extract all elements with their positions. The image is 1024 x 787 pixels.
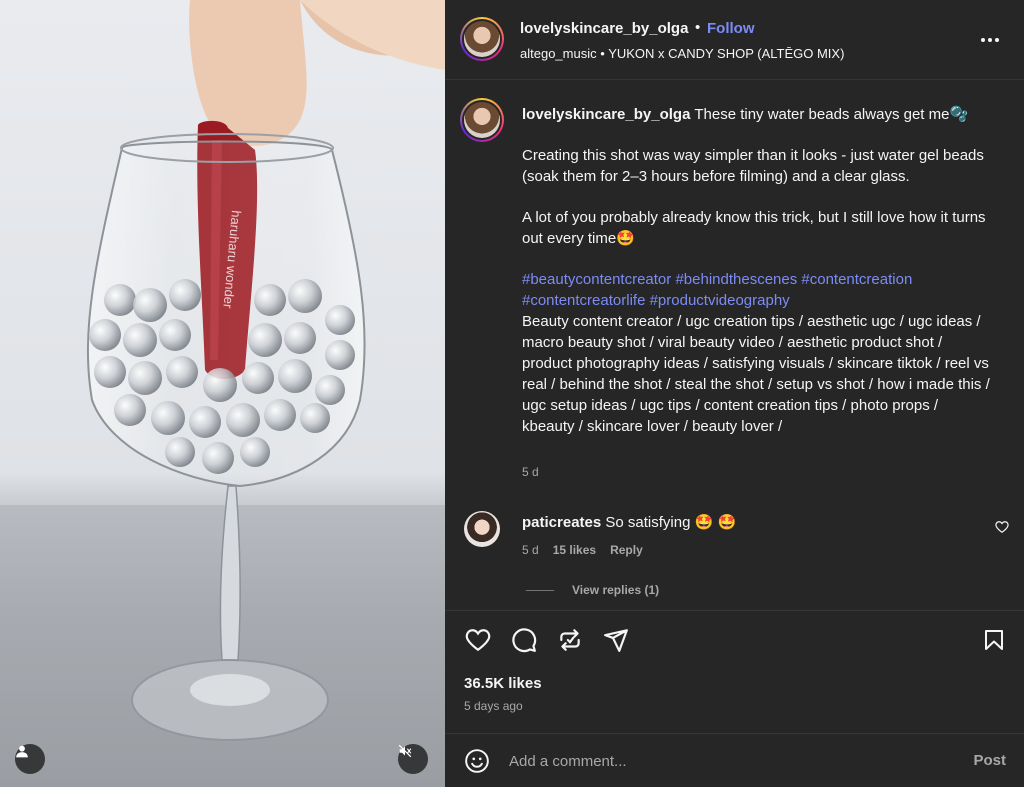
- send-icon: [604, 629, 628, 652]
- save-button[interactable]: [979, 625, 1009, 655]
- caption-username[interactable]: lovelyskincare_by_olga: [522, 106, 690, 123]
- author-avatar[interactable]: [460, 17, 504, 61]
- caption-avatar[interactable]: [460, 98, 504, 142]
- audio-track[interactable]: YUKON x CANDY SHOP (ALTĒGO MIX): [608, 46, 844, 61]
- post-details-panel: lovelyskincare_by_olga • Follow altego_m…: [445, 0, 1024, 787]
- commenter-username[interactable]: paticreates: [522, 514, 601, 531]
- comment-composer: Post: [445, 733, 1024, 787]
- post-date: 5 days ago: [464, 699, 523, 713]
- caption-hashtags: #beautycontentcreator #behindthescenes #…: [522, 269, 992, 311]
- comment-item: paticreates So satisfying 🤩 🤩 5 d 15 lik…: [445, 503, 1024, 573]
- wine-glass-photo: haruharu wonder: [86, 0, 445, 741]
- replies-divider: [526, 589, 554, 591]
- commenter-avatar[interactable]: [464, 511, 500, 547]
- audio-info[interactable]: altego_music • YUKON x CANDY SHOP (ALTĒG…: [520, 46, 844, 61]
- share-button[interactable]: [601, 625, 631, 655]
- post-comment-button[interactable]: Post: [973, 752, 1006, 769]
- bookmark-icon: [985, 630, 1003, 650]
- tagged-users-button[interactable]: [15, 744, 45, 774]
- emoji-button[interactable]: [463, 747, 491, 775]
- smiley-icon: [465, 749, 489, 773]
- comment-like-heart-icon[interactable]: [995, 520, 1009, 534]
- reply-button[interactable]: Reply: [610, 543, 643, 557]
- comment-icon: [512, 628, 537, 653]
- hashtag-link[interactable]: #contentcreatorlife: [522, 292, 645, 309]
- comment-time: 5 d: [522, 543, 539, 557]
- author-username[interactable]: lovelyskincare_by_olga: [520, 20, 688, 37]
- more-options-button[interactable]: [978, 28, 1002, 52]
- hashtag-link[interactable]: #productvideography: [650, 292, 790, 309]
- audio-separator: •: [600, 46, 605, 61]
- comment-likes[interactable]: 15 likes: [553, 543, 596, 557]
- caption-paragraph-3: A lot of you probably already know this …: [522, 209, 986, 247]
- post-media[interactable]: haruharu wonder: [0, 0, 445, 787]
- caption-paragraph-2: Creating this shot was way simpler than …: [522, 147, 984, 185]
- action-bar: 36.5K likes 5 days ago: [445, 610, 1024, 740]
- mute-button[interactable]: [398, 744, 428, 774]
- speaker-muted-icon: [398, 744, 412, 758]
- view-replies-button[interactable]: View replies (1): [526, 583, 659, 597]
- caption-keywords: Beauty content creator / ugc creation ti…: [522, 313, 990, 435]
- comment-meta: 5 d 15 likes Reply: [522, 543, 643, 557]
- comment-body: paticreates So satisfying 🤩 🤩: [522, 513, 736, 531]
- caption-text: lovelyskincare_by_olga These tiny water …: [522, 104, 992, 437]
- repost-icon: [560, 629, 580, 651]
- hashtag-link[interactable]: #contentcreation: [801, 271, 912, 288]
- caption-timestamp: 5 d: [522, 465, 539, 479]
- comment-text: So satisfying 🤩 🤩: [605, 514, 737, 531]
- person-icon: [16, 745, 28, 758]
- more-dots-icon: [981, 38, 999, 42]
- likes-count[interactable]: 36.5K likes: [464, 675, 542, 692]
- follow-button[interactable]: Follow: [707, 20, 755, 37]
- separator-dot: •: [695, 19, 701, 36]
- audio-artist[interactable]: altego_music: [520, 46, 597, 61]
- hashtag-link[interactable]: #beautycontentcreator: [522, 271, 671, 288]
- view-replies-label: View replies (1): [572, 583, 660, 597]
- post-header: lovelyskincare_by_olga • Follow altego_m…: [445, 0, 1024, 80]
- heart-icon: [465, 629, 491, 652]
- comment-button[interactable]: [509, 625, 539, 655]
- comment-input[interactable]: [509, 747, 949, 775]
- like-button[interactable]: [463, 625, 493, 655]
- repost-button[interactable]: [555, 625, 585, 655]
- caption-line1: These tiny water beads always get me🫧: [694, 106, 969, 123]
- hashtag-link[interactable]: #behindthescenes: [675, 271, 797, 288]
